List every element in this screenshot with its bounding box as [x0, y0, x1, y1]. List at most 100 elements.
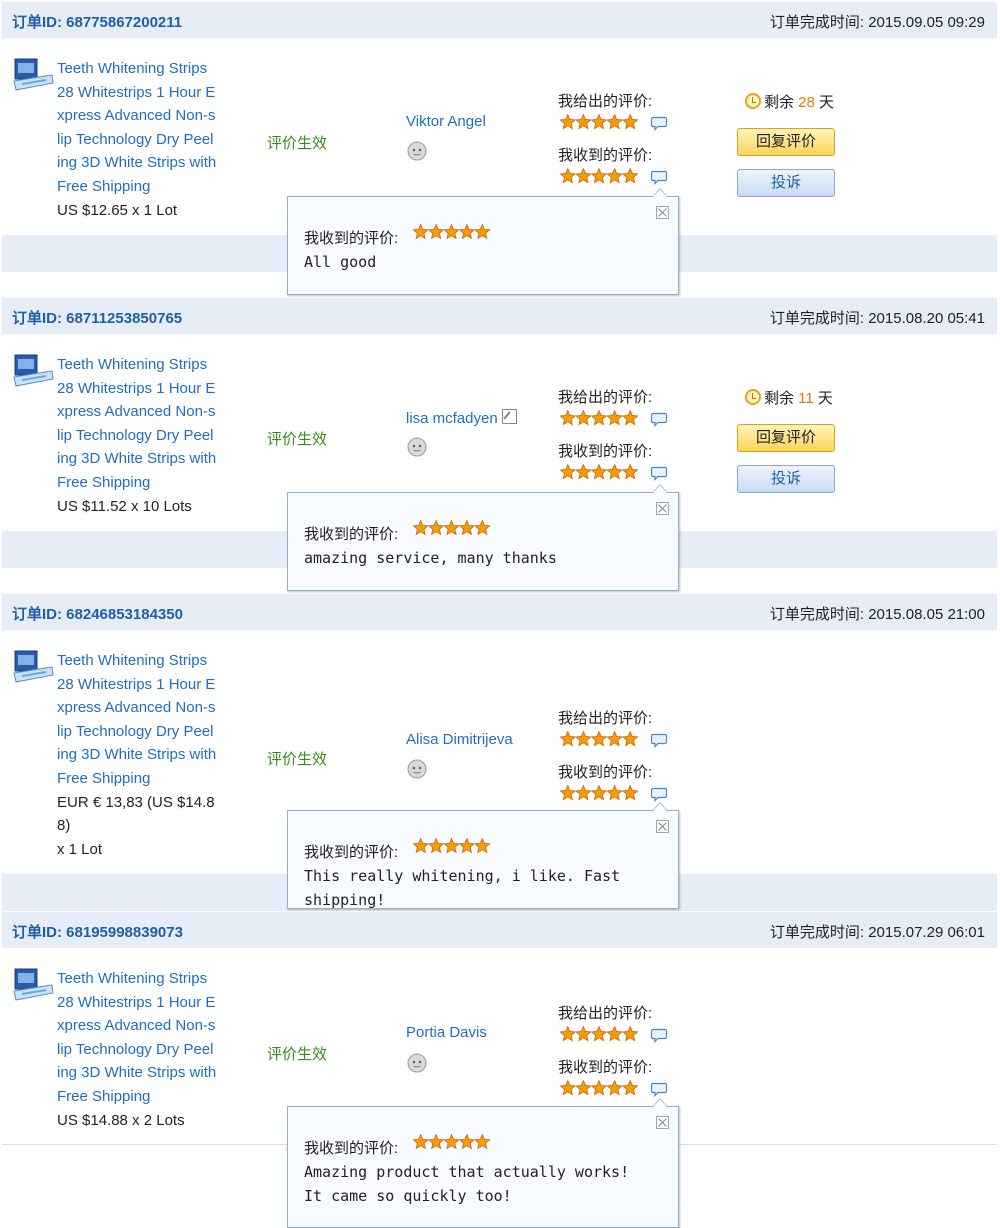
star-icon — [473, 519, 491, 536]
complain-button[interactable]: 投诉 — [737, 169, 835, 197]
product-title-link[interactable]: Teeth Whitening Strips 28 Whitestrips 1 H… — [57, 649, 235, 791]
star-icon — [412, 837, 430, 854]
comment-bubble-icon[interactable] — [650, 116, 668, 131]
price-line: US $12.65 x 1 Lot — [57, 201, 178, 219]
buyer-avatar-icon[interactable] — [407, 759, 427, 779]
clock-icon — [745, 93, 761, 109]
star-icon — [443, 519, 460, 536]
comment-bubble-icon[interactable] — [650, 787, 668, 802]
product-price: US $12.65 x 1 Lot — [57, 199, 235, 223]
popup-feedback-text: This really whitening, i like. Fast ship… — [304, 867, 621, 909]
price-line: 8) — [57, 817, 71, 835]
feedback-given-label: 我给出的评价: — [558, 1005, 653, 1022]
order-id[interactable]: 订单ID: 68195998839073 — [12, 921, 183, 942]
order-id[interactable]: 订单ID: 68775867200211 — [12, 11, 182, 32]
star-icon — [590, 113, 608, 130]
star-icon — [559, 167, 577, 184]
star-icon — [574, 1079, 592, 1096]
close-icon[interactable] — [656, 502, 669, 515]
buyer-avatar-icon[interactable] — [407, 141, 427, 161]
comment-bubble-icon[interactable] — [650, 466, 668, 481]
product-title-line: Free Shipping — [57, 769, 151, 787]
remaining-prefix: 剩余 — [764, 390, 799, 407]
star-icon — [412, 1133, 430, 1150]
received-star-rating — [559, 1079, 639, 1096]
buyer-name[interactable]: lisa mcfadyen — [406, 410, 498, 427]
reply-feedback-button[interactable]: 回复评价 — [737, 128, 835, 156]
buyer-avatar-icon[interactable] — [407, 1053, 427, 1073]
complain-button[interactable]: 投诉 — [737, 465, 835, 493]
received-feedback-popup: 我收到的评价: All good — [287, 188, 679, 295]
product-title-link[interactable]: Teeth Whitening Strips 28 Whitestrips 1 H… — [57, 353, 235, 495]
buyer-name-link[interactable]: Viktor Angel — [406, 113, 486, 130]
feedback-status: 评价生效 — [267, 751, 328, 768]
star-icon — [606, 1025, 624, 1042]
star-icon — [458, 1133, 476, 1150]
popup-stars — [412, 223, 491, 240]
given-star-rating — [559, 409, 639, 426]
star-icon — [427, 223, 445, 240]
feedback-given-label: 我给出的评价: — [558, 389, 653, 406]
product-title-line: Free Shipping — [57, 473, 151, 491]
product-title-line: Teeth Whitening Strips — [57, 356, 208, 373]
product-title-line: 28 Whitestrips 1 Hour E — [57, 993, 216, 1011]
remaining-suffix: 天 — [814, 94, 835, 111]
feedback-given-stars — [559, 1025, 639, 1043]
price-line: EUR € 13,83 (US $14.8 — [57, 793, 215, 811]
product-thumbnail[interactable] — [12, 649, 54, 685]
remaining-suffix: 天 — [813, 390, 833, 407]
popup-caret — [652, 188, 668, 197]
order-header: 订单ID: 68775867200211 订单完成时间: 2015.09.05 0… — [2, 2, 997, 38]
clock-icon — [745, 389, 761, 405]
star-icon — [473, 1133, 491, 1150]
product-title-line: xpress Advanced Non-s — [57, 699, 216, 717]
feedback-received-stars — [559, 784, 639, 802]
popup-label: 我收到的评价: — [304, 1140, 399, 1157]
product-title-line: 28 Whitestrips 1 Hour E — [57, 379, 216, 397]
comment-bubble-icon[interactable] — [650, 1028, 668, 1043]
comment-bubble-icon[interactable] — [650, 733, 668, 748]
star-icon — [412, 519, 430, 536]
order-id[interactable]: 订单ID: 68711253850765 — [12, 307, 182, 328]
feedback-given-label: 我给出的评价: — [558, 93, 653, 110]
product-title-link[interactable]: Teeth Whitening Strips 28 Whitestrips 1 H… — [57, 967, 235, 1109]
close-icon[interactable] — [656, 206, 669, 219]
buyer-name-link[interactable]: lisa mcfadyen — [406, 409, 517, 427]
popup-label: 我收到的评价: — [304, 844, 399, 861]
edit-icon[interactable] — [501, 409, 517, 424]
buyer-name[interactable]: Viktor Angel — [406, 113, 486, 130]
received-star-rating — [559, 463, 639, 480]
received-star-rating — [559, 784, 639, 801]
buyer-name-link[interactable]: Alisa Dimitrijeva — [406, 731, 513, 748]
popup-caret — [652, 1098, 668, 1107]
close-icon[interactable] — [656, 820, 669, 833]
product-thumbnail[interactable] — [12, 57, 54, 93]
popup-star-rating — [412, 519, 491, 536]
comment-bubble-icon[interactable] — [650, 1082, 668, 1097]
product-price: US $14.88 x 2 Lots — [57, 1109, 235, 1133]
buyer-avatar-icon[interactable] — [407, 437, 427, 457]
order-id[interactable]: 订单ID: 68246853184350 — [12, 603, 183, 624]
close-icon[interactable] — [656, 1116, 669, 1129]
comment-bubble-icon[interactable] — [650, 412, 668, 427]
star-icon — [574, 167, 592, 184]
product-price: US $11.52 x 10 Lots — [57, 495, 235, 519]
product-title-line: ing 3D White Strips with — [57, 450, 217, 468]
buyer-name-link[interactable]: Portia Davis — [406, 1024, 487, 1041]
product-title-link[interactable]: Teeth Whitening Strips 28 Whitestrips 1 H… — [57, 57, 235, 199]
given-star-rating — [559, 1025, 639, 1042]
star-icon — [574, 113, 592, 130]
popup-stars — [412, 837, 491, 854]
feedback-status: 评价生效 — [267, 431, 328, 448]
buyer-name[interactable]: Portia Davis — [406, 1024, 487, 1041]
feedback-given-label: 我给出的评价: — [558, 710, 653, 727]
comment-bubble-icon[interactable] — [650, 170, 668, 185]
product-title-line: lip Technology Dry Peel — [57, 722, 214, 740]
product-thumbnail[interactable] — [12, 353, 54, 389]
price-line: x 1 Lot — [57, 840, 103, 858]
star-icon — [621, 1025, 639, 1042]
buyer-name[interactable]: Alisa Dimitrijeva — [406, 731, 513, 748]
star-icon — [621, 113, 639, 130]
product-thumbnail[interactable] — [12, 967, 54, 1003]
reply-feedback-button[interactable]: 回复评价 — [737, 424, 835, 452]
